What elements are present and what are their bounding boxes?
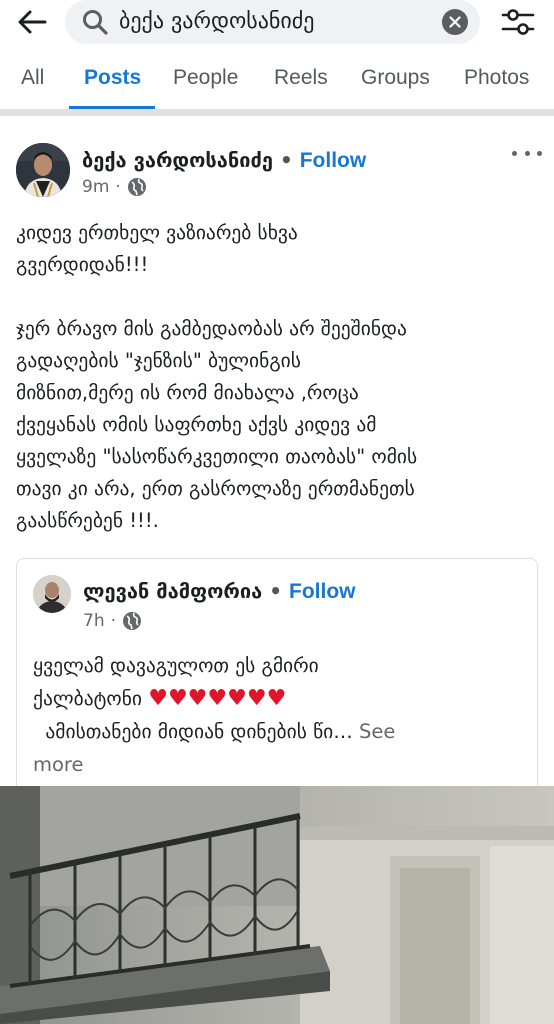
tab-groups[interactable]: Groups [361, 66, 430, 90]
back-arrow-icon [18, 10, 47, 34]
post-text-line: თავი კი არა, ერთ გასროლაზე ერთმანეთს [16, 477, 415, 500]
more-options-dot [537, 150, 542, 156]
post-photo-image [0, 786, 554, 1024]
search-query[interactable]: ბექა ვარდოსანიძე [119, 8, 314, 36]
tab-photos[interactable]: Photos [464, 66, 529, 90]
search-tabs: All Posts People Reels Groups Photos [0, 52, 554, 109]
heart-emojis: ♥♥♥♥♥♥♥ [148, 686, 287, 711]
more-options-button[interactable] [512, 146, 542, 160]
post-body: კიდევ ერთხელ ვაზიარებ სხვა გვერდიდან!!! … [16, 217, 544, 537]
shared-post-body: ყველამ დავაგულოთ ეს გმირი ქალბატონი ♥♥♥♥… [33, 649, 533, 781]
post-text-line: კიდევ ერთხელ ვაზიარებ სხვა [16, 221, 298, 244]
section-divider [0, 109, 554, 116]
post-card: ბექა ვარდოსანიძე • Follow 9m · კიდევ ერთხე… [0, 116, 554, 1024]
back-button[interactable] [14, 6, 50, 38]
shared-text-line-2: ქალბატონი [33, 687, 143, 710]
post-header: ბექა ვარდოსანიძე • Follow [82, 146, 366, 175]
meta-separator: · [110, 611, 116, 631]
meta-separator: · [115, 177, 121, 197]
tab-posts[interactable]: Posts [84, 66, 141, 90]
tab-reels[interactable]: Reels [274, 66, 328, 90]
shared-text-line: ამისთანები მიდიან დინების წი… See [33, 715, 533, 748]
tab-people[interactable]: People [173, 66, 238, 90]
author-avatar-image [16, 143, 70, 197]
see-more-link-cont[interactable]: more [33, 748, 533, 781]
post-meta: 9m · [82, 177, 147, 197]
tab-all[interactable]: All [21, 66, 44, 90]
clear-search-button[interactable] [442, 9, 468, 35]
see-more-link[interactable]: See [359, 720, 395, 743]
post-photo[interactable] [0, 786, 554, 1024]
shared-author-name[interactable]: ლევან მამფორია [83, 579, 262, 603]
globe-icon [123, 612, 141, 630]
post-text-line: ჯერ ბრავო მის გამბედაობას არ შეეშინდა [16, 317, 407, 340]
post-text-line: გაასწრებენ !!!. [16, 509, 159, 532]
separator-dot: • [269, 579, 283, 603]
more-options-dot [524, 150, 530, 156]
clear-icon [449, 16, 461, 28]
globe-icon [127, 178, 146, 196]
shared-author-avatar[interactable] [33, 575, 71, 613]
shared-post-header: ლევან მამფორია • Follow [83, 577, 356, 606]
follow-button[interactable]: Follow [300, 149, 367, 172]
filter-button[interactable] [496, 4, 540, 40]
shared-follow-button[interactable]: Follow [289, 580, 356, 603]
author-avatar[interactable] [16, 143, 70, 197]
shared-text-line-3: ამისთანები მიდიან დინების წი… [33, 720, 353, 743]
post-time[interactable]: 9m [82, 177, 109, 197]
author-name[interactable]: ბექა ვარდოსანიძე [82, 148, 273, 172]
post-text-line: მიზნით,მერე ის რომ მიახალა ,როცა [16, 381, 359, 404]
search-header: ბექა ვარდოსანიძე [0, 0, 554, 46]
post-text-line: ყველაზე "სასოწარკვეთილი თაობას" ომის [16, 445, 418, 468]
separator-dot: • [279, 148, 293, 172]
search-icon [83, 10, 108, 35]
post-text-line: გვერდიდან!!! [16, 253, 149, 276]
shared-post[interactable]: ლევან მამფორია • Follow 7h · ყველამ დავაგუ… [16, 558, 538, 808]
more-options-icon [512, 150, 517, 156]
shared-text-line: ყველამ დავაგულოთ ეს გმირი [33, 654, 319, 677]
post-text-line: ქვეყანას ომის საფრთხე აქვს კიდევ ამ [16, 413, 377, 436]
shared-post-meta: 7h · [83, 611, 142, 631]
shared-post-time[interactable]: 7h [83, 611, 105, 631]
post-text-line: გადაღების "ჯენზის" ბულინგის [16, 349, 301, 372]
shared-avatar-image [33, 575, 71, 613]
filter-sliders-icon [501, 9, 535, 35]
shared-text-line: ქალბატონი ♥♥♥♥♥♥♥ [33, 682, 533, 715]
search-input[interactable]: ბექა ვარდოსანიძე [65, 0, 480, 44]
